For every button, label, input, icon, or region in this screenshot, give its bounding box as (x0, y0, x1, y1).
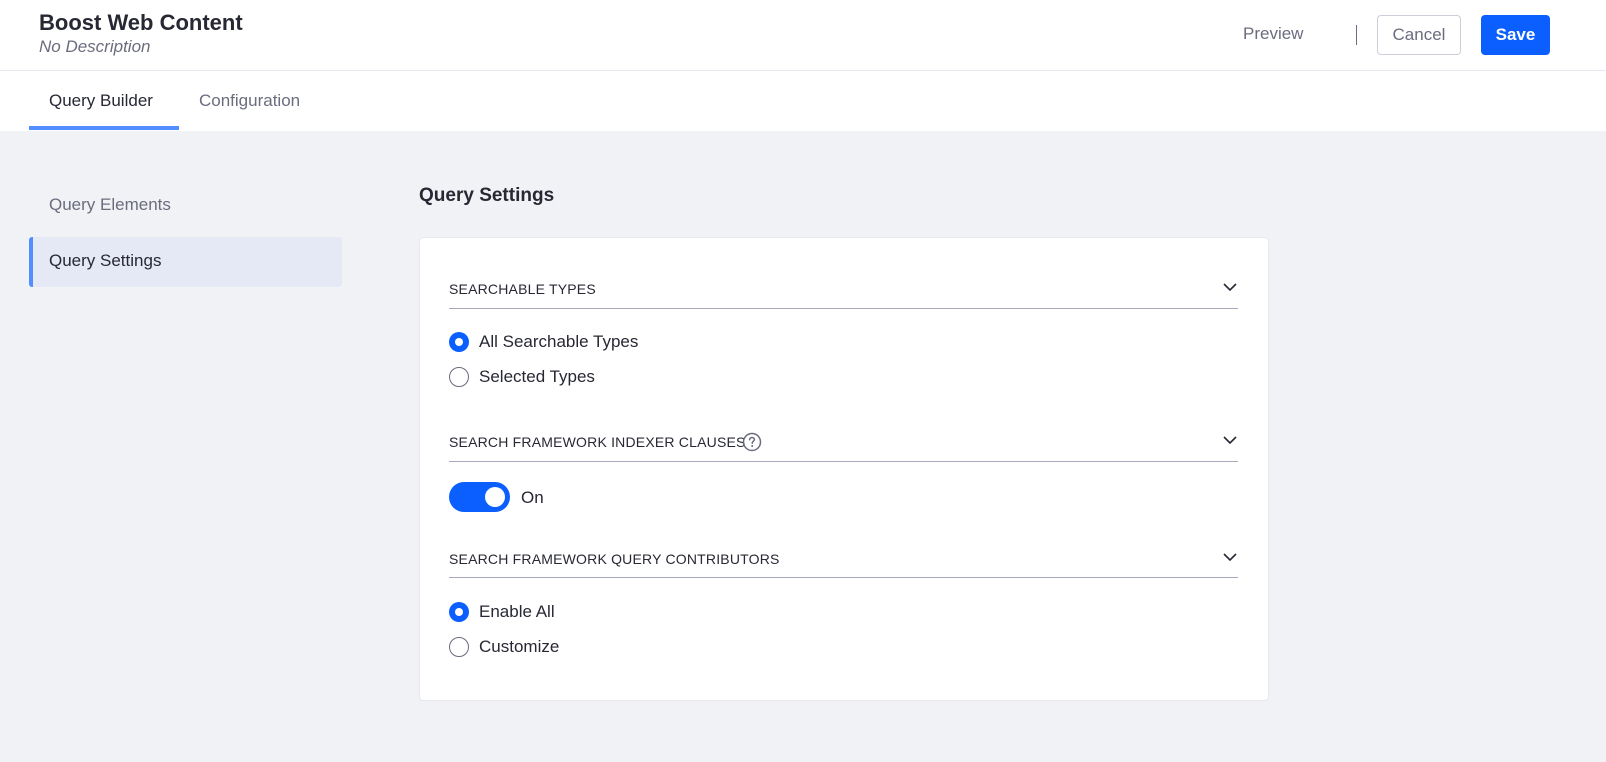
sidebar-item-query-elements[interactable]: Query Elements (29, 181, 342, 231)
question-circle-icon[interactable] (742, 432, 762, 452)
indexer-clauses-toggle[interactable] (449, 482, 510, 512)
radio-selected-types[interactable]: Selected Types (449, 365, 595, 389)
tab-bar: Query Builder Configuration (0, 71, 1606, 131)
sidebar-item-query-settings[interactable]: Query Settings (29, 237, 342, 287)
searchable-types-label: SEARCHABLE TYPES (449, 281, 596, 297)
radio-enable-all[interactable]: Enable All (449, 600, 555, 624)
active-tab-indicator (29, 126, 179, 130)
tab-query-builder[interactable]: Query Builder (49, 71, 153, 131)
tab-configuration[interactable]: Configuration (199, 71, 300, 131)
page-title: Boost Web Content (39, 10, 243, 35)
radio-label: Selected Types (479, 367, 595, 386)
searchable-types-header[interactable]: SEARCHABLE TYPES (449, 269, 1238, 309)
radio-label: Enable All (479, 602, 555, 621)
radio-button[interactable] (449, 367, 469, 387)
section-title: Query Settings (419, 185, 555, 206)
page-description: No Description (39, 37, 151, 56)
query-contributors-label: SEARCH FRAMEWORK QUERY CONTRIBUTORS (449, 551, 780, 567)
toolbar-divider (1356, 25, 1357, 45)
cancel-button[interactable]: Cancel (1377, 15, 1461, 55)
toggle-label: On (521, 488, 544, 507)
radio-label: All Searchable Types (479, 332, 639, 351)
query-contributors-header[interactable]: SEARCH FRAMEWORK QUERY CONTRIBUTORS (449, 539, 1238, 578)
radio-button[interactable] (449, 637, 469, 657)
top-bar: Boost Web Content No Description Preview… (0, 0, 1606, 71)
chevron-down-icon[interactable] (1222, 279, 1238, 295)
radio-all-searchable-types[interactable]: All Searchable Types (449, 330, 638, 354)
radio-button[interactable] (449, 332, 469, 352)
save-button[interactable]: Save (1481, 15, 1550, 55)
chevron-down-icon[interactable] (1222, 549, 1238, 565)
preview-button[interactable]: Preview (1243, 24, 1303, 44)
sidebar-item-label: Query Settings (49, 251, 162, 270)
toggle-knob (485, 487, 505, 507)
sidebar-item-label: Query Elements (49, 195, 171, 214)
indexer-clauses-header[interactable]: SEARCH FRAMEWORK INDEXER CLAUSES (449, 420, 1238, 462)
radio-label: Customize (479, 637, 560, 656)
radio-customize[interactable]: Customize (449, 635, 559, 659)
radio-button[interactable] (449, 602, 469, 622)
chevron-down-icon[interactable] (1222, 432, 1238, 448)
indexer-clauses-label: SEARCH FRAMEWORK INDEXER CLAUSES (449, 434, 746, 450)
